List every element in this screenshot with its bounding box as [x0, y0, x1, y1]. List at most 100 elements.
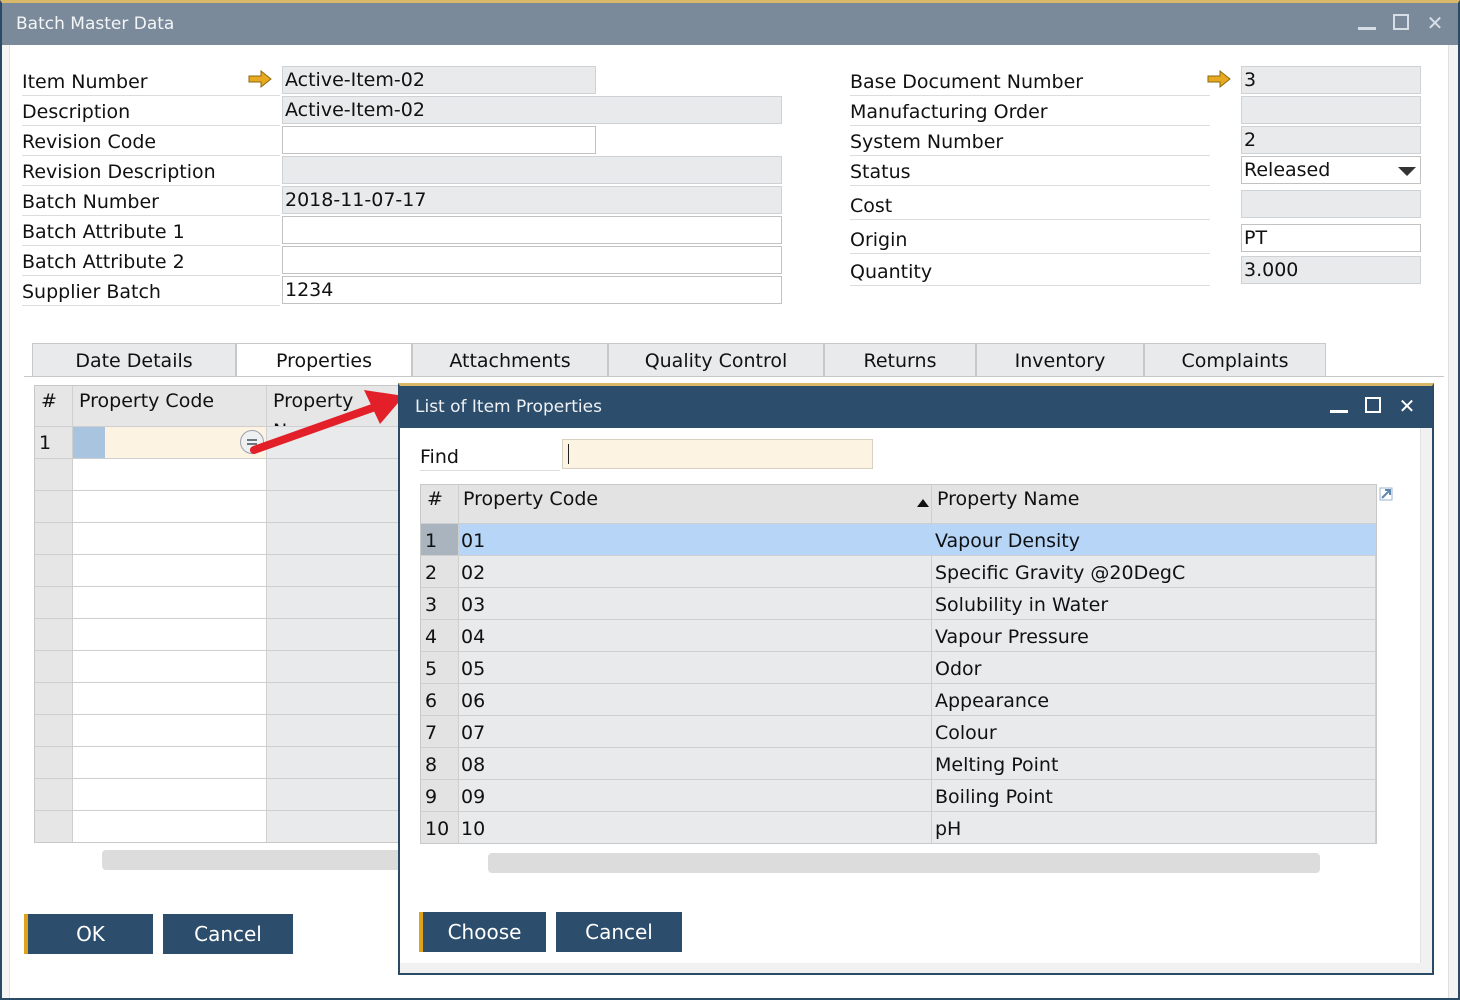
batch-attribute-1-field[interactable] [282, 216, 782, 244]
row-number-cell: 9 [421, 780, 459, 811]
properties-grid-row[interactable] [35, 554, 415, 586]
expand-table-icon[interactable] [1379, 484, 1393, 501]
property-name-cell [267, 747, 415, 778]
item-number-field[interactable]: Active-Item-02 [282, 66, 596, 94]
cancel-button[interactable]: Cancel [163, 914, 293, 954]
dialog-close-icon[interactable]: ✕ [1396, 394, 1418, 418]
supplier-batch-field[interactable]: 1234 [282, 276, 782, 304]
batch-attribute-2-field[interactable] [282, 246, 782, 274]
properties-grid-row[interactable] [35, 458, 415, 490]
properties-grid-row[interactable] [35, 650, 415, 682]
item-property-row[interactable]: 5 05 Odor [421, 651, 1376, 683]
properties-grid-row[interactable] [35, 618, 415, 650]
item-property-row[interactable]: 10 10 pH [421, 811, 1376, 843]
item-property-row[interactable]: 7 07 Colour [421, 715, 1376, 747]
maximize-icon[interactable] [1390, 11, 1412, 35]
field-row-cost: Cost [850, 190, 1422, 220]
row-number-cell [35, 587, 73, 618]
revision-description-field[interactable] [282, 156, 782, 184]
property-code-cell: 01 [459, 524, 932, 555]
batch-number-field[interactable]: 2018-11-07-17 [282, 186, 782, 214]
row-number-cell [35, 683, 73, 714]
tab-attachments[interactable]: Attachments [412, 343, 608, 377]
link-arrow-icon[interactable] [1207, 69, 1231, 89]
field-row-manufacturing-order: Manufacturing Order [850, 96, 1422, 126]
property-name-cell: Melting Point [932, 748, 1376, 779]
batch-number-label: Batch Number [22, 186, 280, 216]
field-row-revision-code: Revision Code [22, 126, 782, 156]
properties-grid-row[interactable] [35, 746, 415, 778]
properties-grid-row[interactable] [35, 714, 415, 746]
system-number-field[interactable]: 2 [1241, 126, 1421, 154]
dialog-maximize-icon[interactable] [1362, 394, 1384, 418]
property-code-cell[interactable] [73, 555, 267, 586]
properties-grid-row[interactable] [35, 490, 415, 522]
link-arrow-icon[interactable] [248, 69, 272, 89]
property-code-cell[interactable] [73, 427, 267, 458]
description-field[interactable]: Active-Item-02 [282, 96, 782, 124]
dialog-minimize-icon[interactable] [1328, 394, 1350, 418]
dialog-title-bar[interactable]: List of Item Properties ✕ [400, 386, 1432, 428]
base-document-number-field[interactable]: 3 [1241, 66, 1421, 94]
close-icon[interactable]: ✕ [1424, 11, 1446, 35]
property-name-cell [267, 715, 415, 746]
quantity-field[interactable]: 3.000 [1241, 256, 1421, 284]
item-property-row[interactable]: 1 01 Vapour Density [421, 523, 1376, 555]
properties-grid-row[interactable] [35, 778, 415, 810]
row-number-cell: 4 [421, 620, 459, 651]
table-header-number[interactable]: # [421, 485, 459, 523]
grid-header-property-code[interactable]: Property Code [73, 386, 267, 426]
dialog-table-scrollbar[interactable] [488, 853, 1320, 873]
dialog-cancel-button[interactable]: Cancel [556, 912, 682, 952]
item-property-row[interactable]: 9 09 Boiling Point [421, 779, 1376, 811]
property-code-cell[interactable] [73, 683, 267, 714]
properties-grid-scrollbar[interactable] [102, 850, 402, 870]
origin-field[interactable]: PT [1241, 224, 1421, 252]
properties-grid-row[interactable] [35, 810, 415, 842]
tab-inventory[interactable]: Inventory [976, 343, 1144, 377]
item-property-row[interactable]: 8 08 Melting Point [421, 747, 1376, 779]
table-header-property-name[interactable]: Property Name [932, 485, 1376, 523]
revision-code-field[interactable] [282, 126, 596, 154]
choose-from-list-icon[interactable] [240, 430, 264, 454]
properties-grid-row[interactable] [35, 586, 415, 618]
chevron-down-icon[interactable] [1398, 167, 1416, 176]
grid-header-number[interactable]: # [35, 386, 73, 426]
minimize-icon[interactable] [1356, 11, 1378, 35]
property-code-cell[interactable] [73, 779, 267, 810]
property-code-cell[interactable] [73, 523, 267, 554]
item-property-row[interactable]: 3 03 Solubility in Water [421, 587, 1376, 619]
item-property-row[interactable]: 4 04 Vapour Pressure [421, 619, 1376, 651]
cell-selection-marker [73, 427, 105, 458]
find-input[interactable] [562, 439, 873, 469]
property-code-cell[interactable] [73, 619, 267, 650]
property-code-cell[interactable] [73, 651, 267, 682]
property-name-cell [267, 811, 415, 842]
status-dropdown[interactable]: Released [1241, 156, 1421, 184]
properties-grid-row[interactable] [35, 522, 415, 554]
property-code-cell[interactable] [73, 715, 267, 746]
title-bar[interactable]: Batch Master Data ✕ [2, 3, 1458, 45]
ok-button[interactable]: OK [24, 914, 153, 954]
choose-button[interactable]: Choose [419, 912, 546, 952]
tab-properties[interactable]: Properties [236, 343, 412, 377]
property-name-cell [267, 555, 415, 586]
table-header-property-code[interactable]: Property Code [459, 485, 932, 523]
property-code-cell[interactable] [73, 747, 267, 778]
tab-quality-control[interactable]: Quality Control [608, 343, 824, 377]
tab-complaints[interactable]: Complaints [1144, 343, 1326, 377]
tab-date-details[interactable]: Date Details [32, 343, 236, 377]
tab-returns[interactable]: Returns [824, 343, 976, 377]
properties-grid-row[interactable]: 1 [35, 426, 415, 458]
property-code-cell[interactable] [73, 459, 267, 490]
property-code-cell[interactable] [73, 811, 267, 842]
property-code-cell[interactable] [73, 491, 267, 522]
properties-grid-row[interactable] [35, 682, 415, 714]
grid-header-property-name[interactable]: Property Name [267, 386, 415, 442]
description-label: Description [22, 96, 280, 126]
item-property-row[interactable]: 2 02 Specific Gravity @20DegC [421, 555, 1376, 587]
manufacturing-order-field[interactable] [1241, 96, 1421, 124]
item-property-row[interactable]: 6 06 Appearance [421, 683, 1376, 715]
cost-field[interactable] [1241, 190, 1421, 218]
property-code-cell[interactable] [73, 587, 267, 618]
